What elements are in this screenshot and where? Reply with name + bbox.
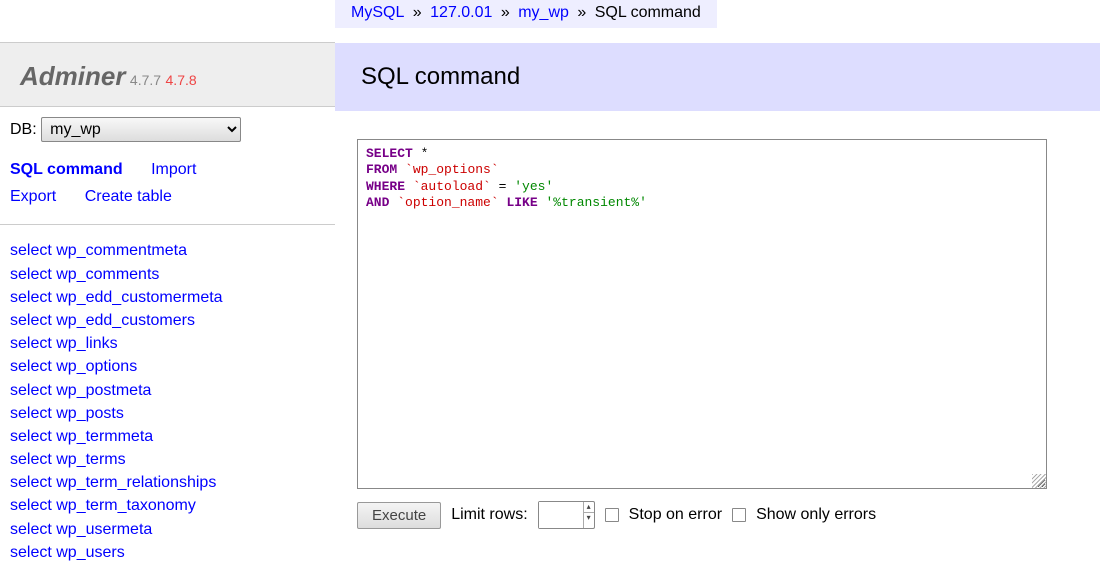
breadcrumb: MySQL » 127.0.01 » my_wp » SQL command — [335, 0, 717, 28]
show-only-errors-label: Show only errors — [756, 506, 876, 524]
version-available[interactable]: 4.7.8 — [166, 72, 197, 88]
stop-on-error-checkbox[interactable] — [605, 508, 619, 522]
nav-sql-command[interactable]: SQL command — [10, 161, 123, 178]
table-link[interactable]: select wp_usermeta — [10, 518, 325, 541]
db-label: DB: — [10, 121, 37, 138]
page-title: SQL command — [361, 63, 1074, 91]
limit-rows-input[interactable] — [539, 502, 583, 528]
brand-name: Adminer — [20, 61, 125, 91]
sql-token: AND — [366, 195, 389, 210]
sql-token: = — [491, 179, 514, 194]
execute-button[interactable]: Execute — [357, 502, 441, 529]
sql-token — [397, 162, 405, 177]
sql-token — [405, 179, 413, 194]
db-selector-row: DB: my_wp — [0, 107, 335, 152]
breadcrumb-sep: » — [404, 4, 430, 21]
breadcrumb-link[interactable]: my_wp — [518, 4, 569, 21]
table-list: select wp_commentmetaselect wp_commentss… — [0, 225, 335, 578]
nav-links: SQL command Import Export Create table — [0, 152, 335, 225]
table-link[interactable]: select wp_term_relationships — [10, 471, 325, 494]
limit-rows-label: Limit rows: — [451, 506, 527, 524]
page-title-bar: SQL command — [335, 43, 1100, 111]
table-link[interactable]: select wp_links — [10, 332, 325, 355]
sql-token: * — [413, 146, 429, 161]
sql-token: 'yes' — [514, 179, 553, 194]
table-link[interactable]: select wp_term_taxonomy — [10, 494, 325, 517]
sql-token: '%transient%' — [545, 195, 646, 210]
nav-import[interactable]: Import — [151, 161, 196, 178]
breadcrumb-link[interactable]: MySQL — [351, 4, 404, 21]
sql-token: WHERE — [366, 179, 405, 194]
table-link[interactable]: select wp_posts — [10, 402, 325, 425]
db-select[interactable]: my_wp — [41, 117, 241, 142]
sql-token: `autoload` — [413, 179, 491, 194]
nav-export[interactable]: Export — [10, 188, 56, 205]
show-only-errors-checkbox[interactable] — [732, 508, 746, 522]
sql-token: SELECT — [366, 146, 413, 161]
breadcrumb-sep: » — [569, 4, 595, 21]
sql-editor[interactable]: SELECT * FROM `wp_options` WHERE `autolo… — [357, 139, 1047, 489]
breadcrumb-sep: » — [492, 4, 518, 21]
stop-on-error-label: Stop on error — [629, 506, 722, 524]
table-link[interactable]: select wp_edd_customermeta — [10, 286, 325, 309]
sql-token: FROM — [366, 162, 397, 177]
version-current: 4.7.7 — [130, 72, 161, 88]
nav-create-table[interactable]: Create table — [85, 188, 172, 205]
table-link[interactable]: select wp_termmeta — [10, 425, 325, 448]
table-link[interactable]: select wp_comments — [10, 263, 325, 286]
table-link[interactable]: select wp_postmeta — [10, 379, 325, 402]
sql-token: LIKE — [506, 195, 537, 210]
table-link[interactable]: select wp_commentmeta — [10, 239, 325, 262]
breadcrumb-link[interactable]: 127.0.01 — [430, 4, 492, 21]
brand-header: Adminer 4.7.7 4.7.8 — [0, 42, 335, 107]
stepper-up-icon[interactable]: ▴ — [584, 502, 594, 513]
sql-token: `option_name` — [397, 195, 498, 210]
table-link[interactable]: select wp_users — [10, 541, 325, 564]
table-link[interactable]: select wp_edd_customers — [10, 309, 325, 332]
table-link[interactable]: select wp_terms — [10, 448, 325, 471]
sql-token: `wp_options` — [405, 162, 499, 177]
breadcrumb-current: SQL command — [595, 4, 701, 21]
table-link[interactable]: select wp_options — [10, 355, 325, 378]
stepper-down-icon[interactable]: ▾ — [584, 513, 594, 523]
limit-rows-stepper[interactable]: ▴ ▾ — [538, 501, 595, 529]
